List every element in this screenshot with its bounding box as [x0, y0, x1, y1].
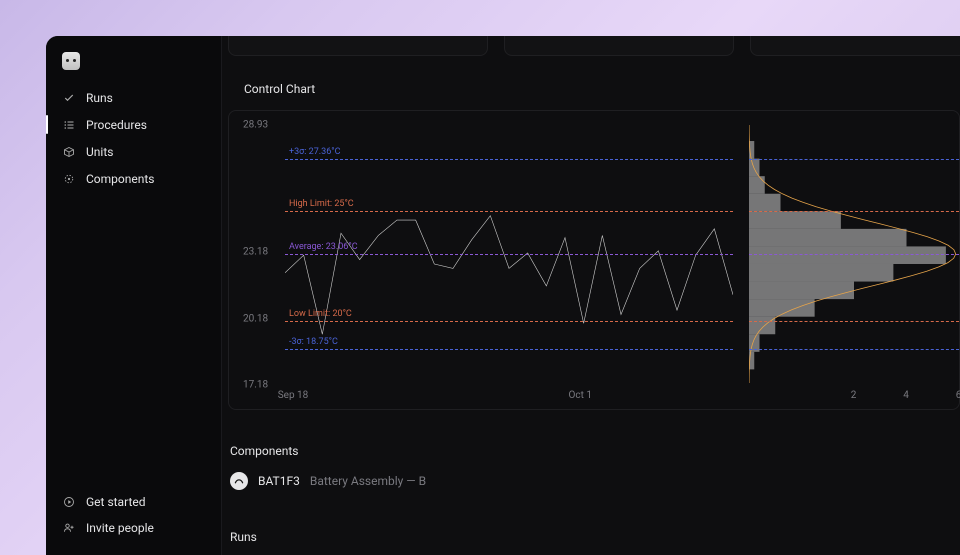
nav-list: Runs Procedures Units: [46, 84, 221, 192]
histogram-bar: [749, 211, 841, 229]
histogram-x-tick: 2: [851, 390, 857, 401]
limit-line: [285, 349, 733, 350]
histogram-area: [749, 125, 959, 383]
footer-item-label: Invite people: [86, 521, 154, 535]
histogram-x-tick: 4: [903, 390, 909, 401]
y-axis-tick: 17.18: [243, 380, 268, 391]
sidebar-footer-get-started[interactable]: Get started: [46, 489, 221, 515]
sidebar-footer-invite[interactable]: Invite people: [46, 515, 221, 541]
histogram-bar: [749, 159, 760, 177]
sidebar-item-units[interactable]: Units: [46, 138, 221, 165]
y-axis-tick: 20.18: [243, 313, 268, 324]
limit-line: [285, 321, 733, 322]
control-chart: 28.93 23.18 20.18 17.18 +3σ: 27.36°C High Li…: [228, 110, 960, 410]
limit-line: [749, 349, 959, 350]
sidebar-item-label: Procedures: [86, 118, 147, 132]
app-window: Runs Procedures Units: [46, 36, 960, 555]
sidebar: Runs Procedures Units: [46, 36, 222, 555]
robot-icon: [62, 52, 80, 70]
target-icon: [62, 172, 76, 186]
histogram-bar: [749, 194, 781, 212]
limit-label: Average: 23.06°C: [289, 242, 358, 252]
component-id: BAT1F3: [258, 474, 300, 488]
limit-label: +3σ: 27.36°C: [289, 147, 341, 157]
limit-line: [749, 159, 959, 160]
histogram-bar: [749, 246, 946, 264]
limit-line: [749, 321, 959, 322]
sidebar-item-label: Runs: [86, 91, 113, 105]
check-icon: [62, 91, 76, 105]
component-row[interactable]: BAT1F3 Battery Assembly — B: [222, 466, 960, 490]
limit-line: [285, 159, 733, 160]
limit-line: [285, 254, 733, 255]
limit-label: -3σ: 18.75°C: [289, 337, 338, 347]
sidebar-item-label: Units: [86, 145, 113, 159]
control-chart-section: Control Chart 28.93 23.18 20.18 17.18 +3σ: …: [222, 82, 960, 410]
limit-label: Low Limit: 20°C: [289, 309, 352, 319]
components-section: Components BAT1F3 Battery Assembly — B: [222, 444, 960, 490]
summary-card: [504, 36, 734, 56]
section-title: Components: [222, 444, 960, 466]
component-name: Battery Assembly — B: [310, 474, 426, 488]
sidebar-item-label: Components: [86, 172, 155, 186]
sidebar-item-runs[interactable]: Runs: [46, 84, 221, 111]
histogram-bar: [749, 229, 907, 247]
x-axis-tick: Sep 18: [278, 390, 309, 401]
y-axis-tick: 28.93: [243, 120, 268, 131]
person-plus-icon: [62, 521, 76, 535]
histogram-bar: [749, 317, 775, 335]
main-content: Control Chart 28.93 23.18 20.18 17.18 +3σ: …: [222, 36, 960, 555]
sidebar-item-components[interactable]: Components: [46, 165, 221, 192]
cube-icon: [62, 145, 76, 159]
component-icon: [230, 472, 248, 490]
line-chart-area: +3σ: 27.36°C High Limit: 25°C Average: 23.…: [285, 125, 733, 383]
histogram-bar: [749, 282, 854, 300]
histogram-bar: [749, 264, 893, 282]
limit-line: [749, 254, 959, 255]
temperature-series: [285, 216, 733, 335]
histogram-bar: [749, 176, 765, 194]
summary-card: [750, 36, 960, 56]
sidebar-item-procedures[interactable]: Procedures: [46, 111, 221, 138]
app-logo: [46, 50, 221, 84]
play-icon: [62, 495, 76, 509]
x-axis-tick: Oct 1: [569, 390, 593, 401]
section-title: Runs: [222, 530, 960, 552]
y-axis-tick: 23.18: [243, 247, 268, 258]
summary-card: [228, 36, 488, 56]
runs-section: Runs: [222, 530, 960, 552]
limit-label: High Limit: 25°C: [289, 199, 354, 209]
limit-line: [285, 211, 733, 212]
limit-line: [749, 211, 959, 212]
histogram-x-tick: 6: [956, 390, 960, 401]
section-title: Control Chart: [222, 82, 960, 104]
footer-item-label: Get started: [86, 495, 146, 509]
summary-cards-row: [228, 36, 960, 56]
list-icon: [62, 118, 76, 132]
